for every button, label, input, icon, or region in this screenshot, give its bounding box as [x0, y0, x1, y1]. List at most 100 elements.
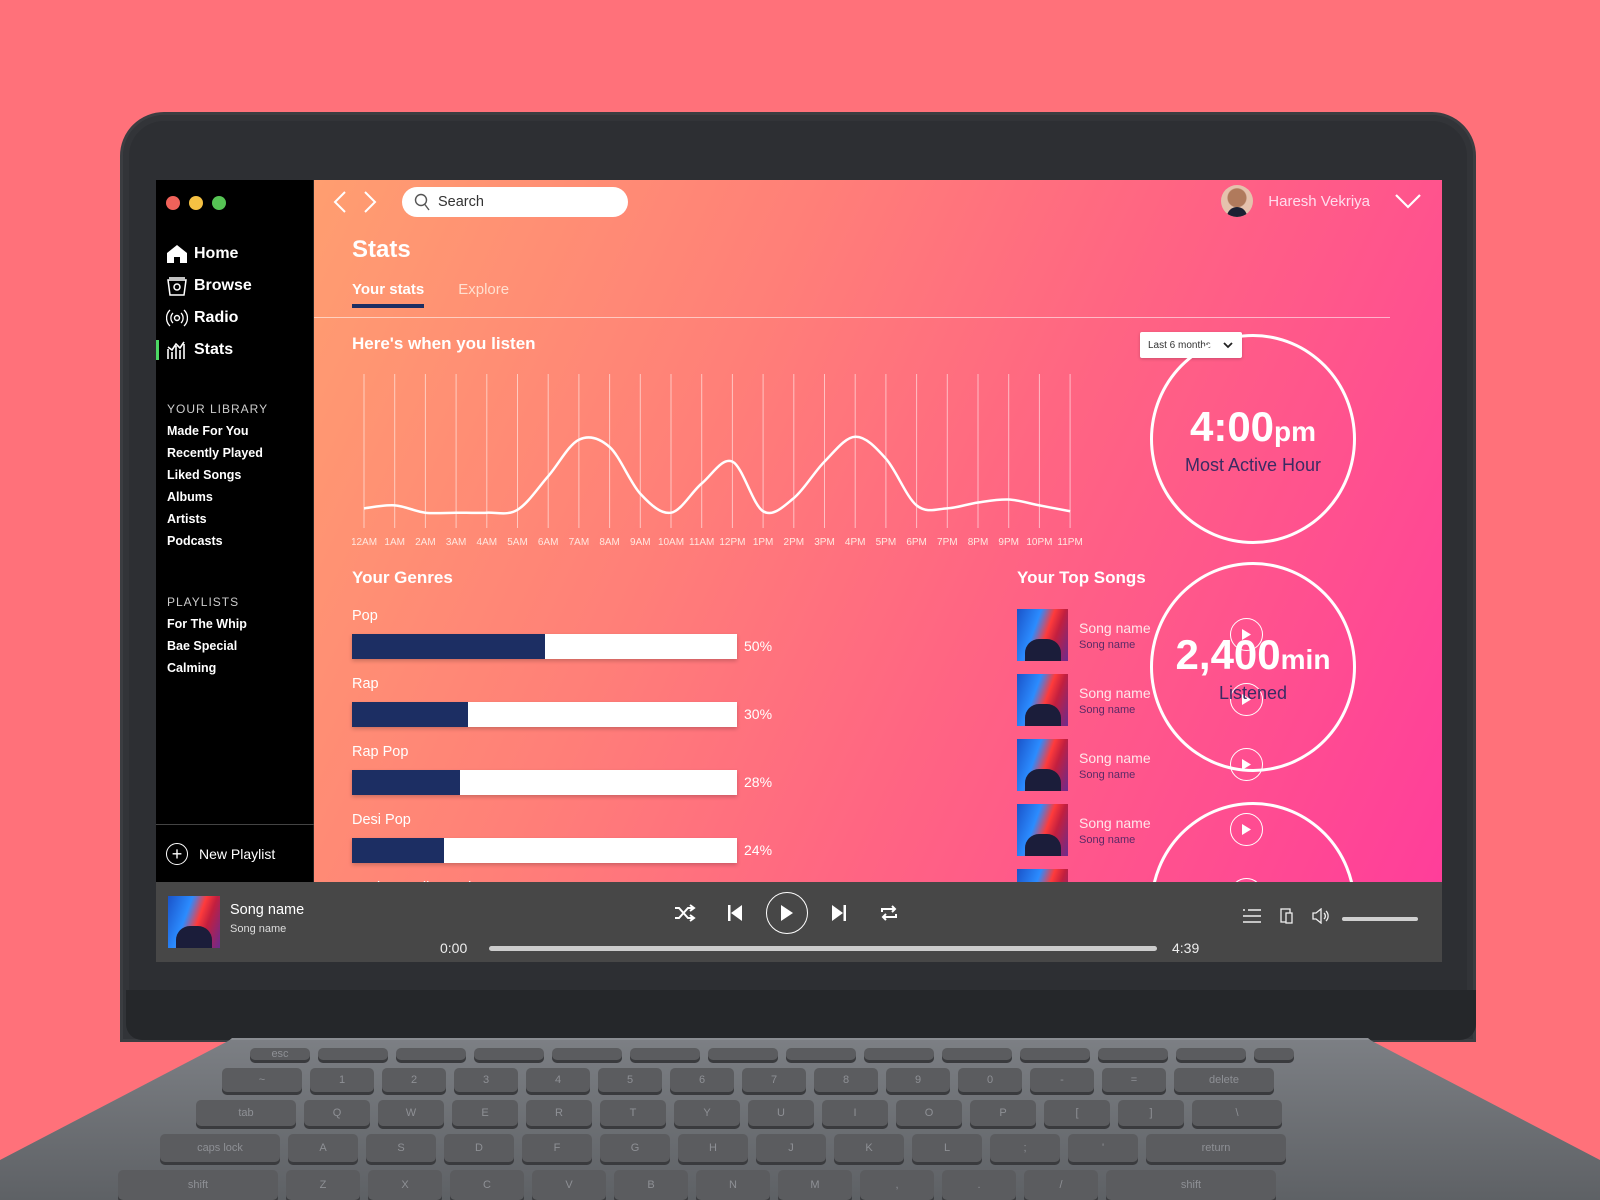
user-menu[interactable]: Haresh Vekriya	[1221, 185, 1422, 217]
sidebar-item-stats[interactable]: Stats	[156, 334, 314, 366]
library-heading: YOUR LIBRARY	[167, 402, 269, 416]
new-playlist-button[interactable]: + New Playlist	[156, 824, 314, 882]
keyboard-key: ]	[1118, 1100, 1184, 1126]
genre-item: Pop 50%	[352, 608, 782, 659]
keyboard-key: Q	[304, 1100, 370, 1126]
keyboard-key: Y	[674, 1100, 740, 1126]
sidebar-item-home[interactable]: Home	[156, 238, 314, 270]
library-item-recently-played[interactable]: Recently Played	[167, 442, 263, 464]
now-playing-title[interactable]: Song name	[230, 902, 304, 918]
x-tick-label: 2PM	[784, 537, 805, 548]
genre-bar-fill	[352, 634, 545, 659]
keyboard-row: ~1 2 3 4 5 6 7 8 9 0- = delete	[222, 1068, 1274, 1092]
keyboard-key: U	[748, 1100, 814, 1126]
keyboard-key	[396, 1048, 466, 1060]
chevron-down-icon[interactable]	[1394, 193, 1422, 209]
search-placeholder: Search	[438, 194, 484, 210]
x-tick-label: 3AM	[446, 537, 467, 548]
keyboard-key: S	[366, 1134, 436, 1162]
x-tick-label: 1AM	[384, 537, 405, 548]
queue-button[interactable]	[1242, 909, 1262, 928]
library-item-albums[interactable]: Albums	[167, 486, 263, 508]
main-nav: Home Browse Radio Stats	[156, 238, 314, 366]
playlist-item-bae-special[interactable]: Bae Special	[167, 635, 247, 657]
keyboard-key: return	[1146, 1134, 1286, 1162]
library-item-artists[interactable]: Artists	[167, 508, 263, 530]
history-nav	[332, 190, 378, 219]
close-window-button[interactable]	[166, 196, 180, 210]
keyboard-key: C	[450, 1170, 524, 1200]
extra-controls	[1242, 907, 1418, 929]
library-item-made-for-you[interactable]: Made For You	[167, 420, 263, 442]
minimize-window-button[interactable]	[189, 196, 203, 210]
back-button[interactable]	[332, 190, 348, 219]
sidebar-item-browse[interactable]: Browse	[156, 270, 314, 302]
keyboard-key: Z	[286, 1170, 360, 1200]
radio-icon	[166, 307, 188, 329]
keyboard-key	[786, 1048, 856, 1060]
sidebar-item-radio[interactable]: Radio	[156, 302, 314, 334]
keyboard-key: R	[526, 1100, 592, 1126]
library-item-liked-songs[interactable]: Liked Songs	[167, 464, 263, 486]
keyboard-key: 2	[382, 1068, 446, 1092]
playback-controls	[660, 892, 914, 934]
tab-your-stats[interactable]: Your stats	[352, 281, 425, 308]
play-button[interactable]	[766, 892, 808, 934]
devices-button[interactable]	[1280, 908, 1294, 929]
keyboard-row: tab Q W E R T Y U I O P [] \	[196, 1100, 1282, 1126]
stat-caption: Listened	[1218, 682, 1288, 703]
volume-button[interactable]	[1312, 907, 1330, 929]
song-meta: Song name Song name	[1079, 815, 1151, 846]
tab-explore[interactable]: Explore	[458, 281, 509, 308]
search-input[interactable]: Search	[402, 187, 628, 217]
seek-bar[interactable]	[489, 946, 1157, 951]
keyboard-row: shift Z X C V B N M,. / shift	[118, 1170, 1276, 1200]
genre-label: Pop	[352, 608, 378, 624]
keyboard-key	[1098, 1048, 1168, 1060]
maximize-window-button[interactable]	[212, 196, 226, 210]
x-tick-label: 10AM	[658, 537, 684, 548]
library-list: Made For You Recently Played Liked Songs…	[167, 420, 263, 552]
keyboard-key: \	[1192, 1100, 1282, 1126]
x-tick-label: 8AM	[599, 537, 620, 548]
genre-bar	[352, 838, 737, 863]
keyboard-key	[630, 1048, 700, 1060]
next-button[interactable]	[814, 904, 864, 922]
repeat-button[interactable]	[864, 903, 914, 923]
keyboard-key: 0	[958, 1068, 1022, 1092]
avatar	[1221, 185, 1254, 217]
volume-slider[interactable]	[1342, 916, 1418, 921]
keyboard-key	[318, 1048, 388, 1060]
genre-percent: 30%	[744, 706, 773, 722]
song-cover	[1017, 804, 1068, 856]
keyboard-row: caps lock A S D F G H J K L; ' return	[160, 1134, 1286, 1162]
keyboard-key: 4	[526, 1068, 590, 1092]
playlist-item-calming[interactable]: Calming	[167, 657, 247, 679]
page-title: Stats	[352, 236, 411, 263]
keyboard-key	[1254, 1048, 1294, 1060]
sidebar-item-label: Stats	[194, 341, 234, 358]
genre-percent: 28%	[744, 774, 773, 790]
playlist-item-for-the-whip[interactable]: For The Whip	[167, 613, 247, 635]
shuffle-icon	[675, 904, 696, 922]
genre-percent: 24%	[744, 842, 773, 858]
screen-bezel	[156, 962, 1442, 982]
chevron-left-icon	[333, 191, 346, 213]
genre-percent: 50%	[744, 638, 773, 654]
song-cover	[1017, 869, 1068, 882]
forward-button[interactable]	[362, 190, 378, 219]
keyboard-key: 9	[886, 1068, 950, 1092]
now-playing-artist[interactable]: Song name	[230, 923, 304, 935]
shuffle-button[interactable]	[660, 904, 710, 922]
x-tick-label: 2AM	[415, 537, 436, 548]
library-item-podcasts[interactable]: Podcasts	[167, 530, 263, 552]
queue-icon	[1243, 909, 1261, 923]
home-icon	[166, 243, 188, 265]
keyboard-key: 5	[598, 1068, 662, 1092]
previous-button[interactable]	[710, 904, 760, 922]
keyboard-key: 8	[814, 1068, 878, 1092]
keyboard-key: G	[600, 1134, 670, 1162]
song-artist: Song name	[1079, 833, 1136, 846]
sidebar-item-label: Radio	[194, 309, 239, 326]
song-meta: Song name Song name	[1079, 685, 1151, 716]
